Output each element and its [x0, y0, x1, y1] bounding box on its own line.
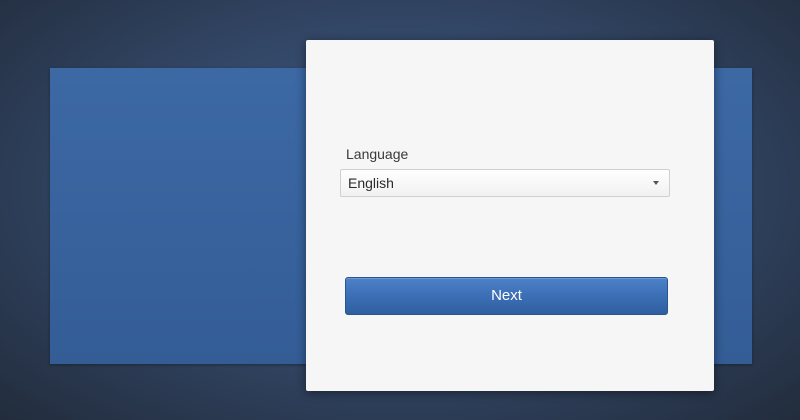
language-select[interactable]: English — [340, 169, 670, 197]
next-button[interactable]: Next — [345, 277, 668, 315]
chevron-down-icon — [653, 181, 659, 185]
language-select-value: English — [348, 175, 394, 191]
setup-dialog: Language English Next — [306, 40, 714, 391]
language-label: Language — [346, 146, 409, 162]
